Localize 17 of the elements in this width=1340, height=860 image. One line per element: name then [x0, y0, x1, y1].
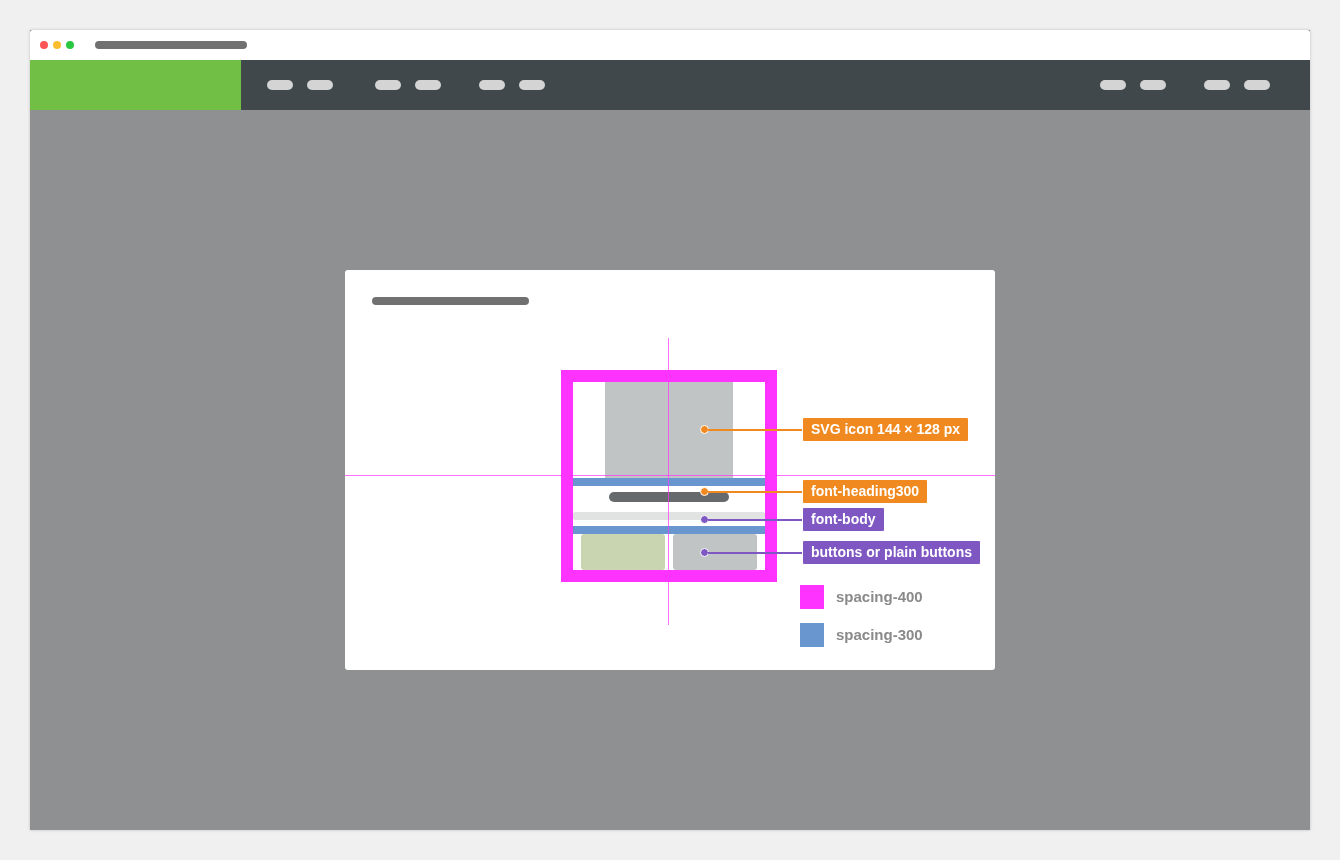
legend-label: spacing-400	[836, 586, 923, 607]
annotation-label: font-body	[802, 507, 885, 532]
legend-label: spacing-300	[836, 624, 923, 645]
nav-item-placeholder[interactable]	[267, 80, 293, 90]
annotation-label: buttons or plain buttons	[802, 540, 981, 565]
nav-item-placeholder[interactable]	[375, 80, 401, 90]
annotation-label: font-heading300	[802, 479, 929, 504]
nav-item-placeholder[interactable]	[415, 80, 441, 90]
nav-item-placeholder[interactable]	[519, 80, 545, 90]
annotation-label: SVG icon 144 × 128 px	[802, 417, 970, 442]
nav-item-placeholder[interactable]	[1140, 80, 1166, 90]
nav-item-placeholder[interactable]	[479, 80, 505, 90]
secondary-button-placeholder[interactable]	[673, 534, 757, 570]
nav-item-placeholder[interactable]	[1100, 80, 1126, 90]
nav-item-placeholder[interactable]	[1244, 80, 1270, 90]
nav-item-placeholder[interactable]	[307, 80, 333, 90]
nav-item-placeholder[interactable]	[1204, 80, 1230, 90]
